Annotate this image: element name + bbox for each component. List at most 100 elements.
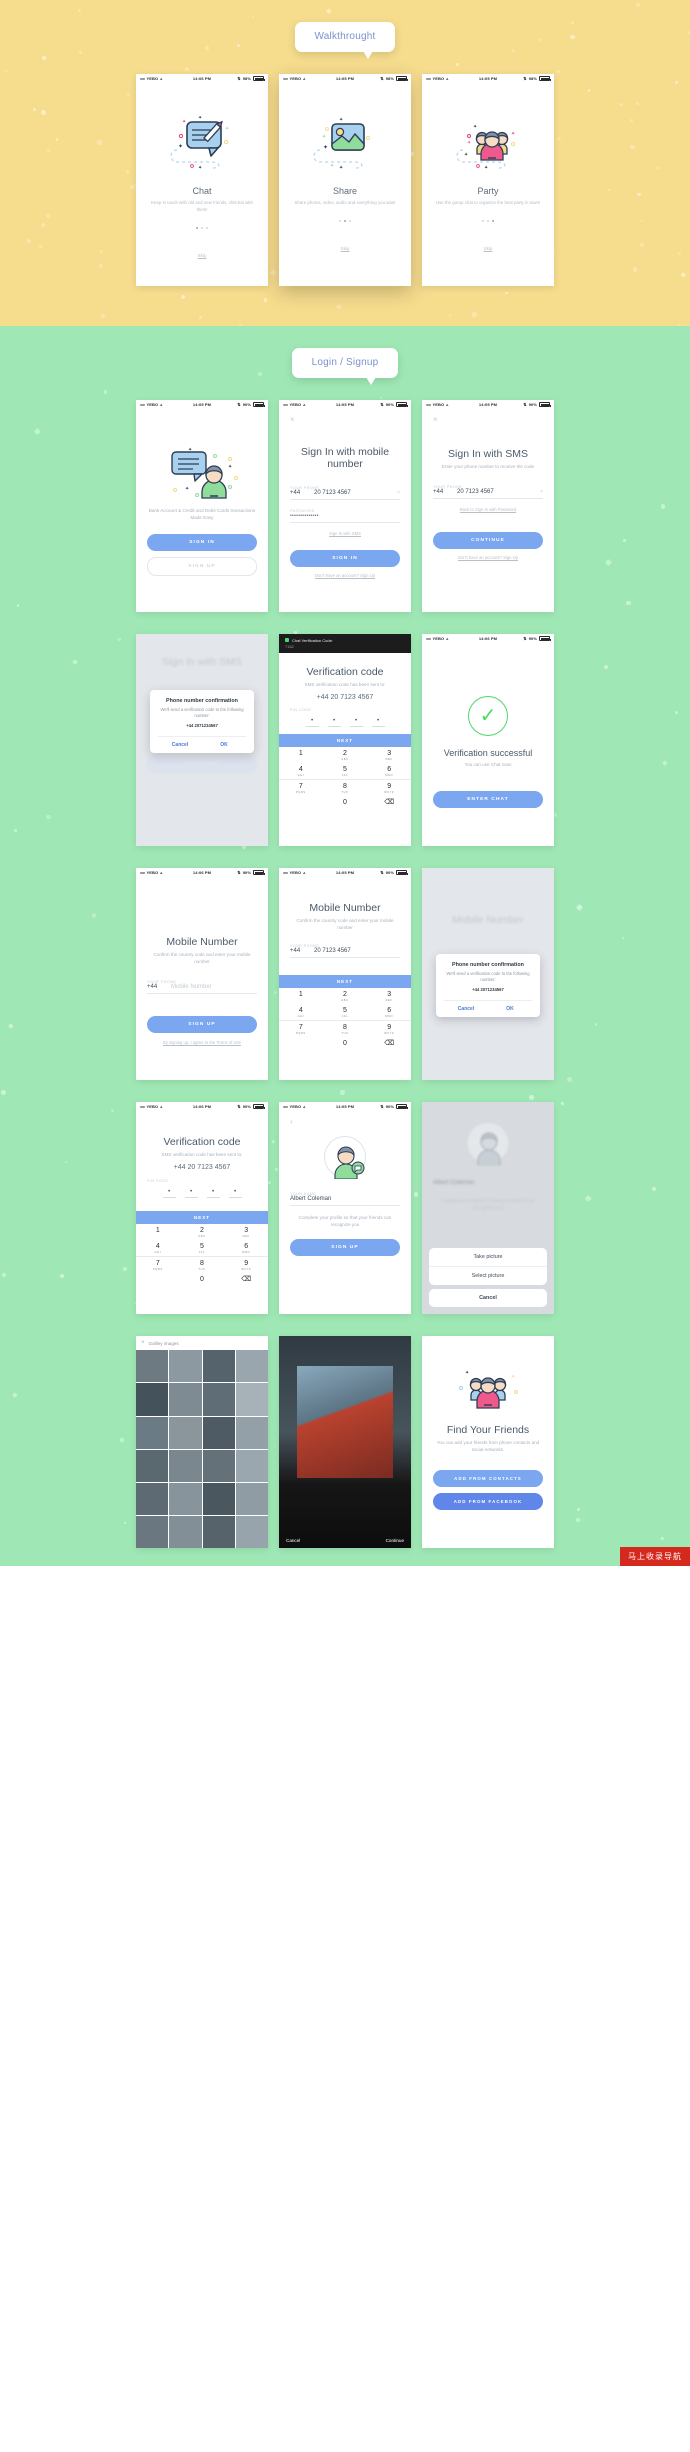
screen-find-friends[interactable]: ✦ ✦ Find Your Friends You can add your f… bbox=[422, 1336, 554, 1548]
keypad-key[interactable]: 9 WXYZ bbox=[224, 1257, 268, 1273]
gallery-thumb[interactable] bbox=[203, 1516, 235, 1548]
keypad-key[interactable]: 4 GHI bbox=[279, 763, 323, 779]
walkthrough-card-chat[interactable]: ••••• YEBO ▵ 14:06 PM ⇅ 98% ✦ ✦ ✦ ✦ ✦ Ch… bbox=[136, 74, 268, 286]
keypad-key[interactable]: ⌫ bbox=[367, 1037, 411, 1053]
keypad-key[interactable]: 5 JKL bbox=[323, 763, 367, 779]
gallery-thumb[interactable] bbox=[169, 1417, 201, 1449]
close-icon[interactable]: × bbox=[290, 416, 400, 424]
keypad-key[interactable]: 7 PQRS bbox=[136, 1257, 180, 1273]
gallery-thumb[interactable] bbox=[203, 1417, 235, 1449]
gallery-thumb[interactable] bbox=[236, 1350, 268, 1382]
skip-link[interactable]: Skip bbox=[290, 246, 400, 251]
clear-icon[interactable]: × bbox=[397, 490, 400, 496]
screen-verification-success[interactable]: ••••• YEBO ▵ 14:06 PM ⇅ 90% ✓ Verification … bbox=[422, 634, 554, 846]
gallery-grid[interactable] bbox=[136, 1350, 268, 1548]
sign-up-button[interactable]: SIGN UP bbox=[147, 1016, 257, 1033]
gallery-thumb[interactable] bbox=[203, 1383, 235, 1415]
select-picture-option[interactable]: Select picture bbox=[429, 1267, 547, 1285]
keypad-key[interactable]: 7 PQRS bbox=[279, 1021, 323, 1037]
keypad-key[interactable]: 6 MNO bbox=[224, 1240, 268, 1256]
sign-in-sms-link[interactable]: Sign In with SMS bbox=[290, 531, 400, 536]
keypad-key[interactable]: 8 TUV bbox=[323, 780, 367, 796]
take-picture-option[interactable]: Take picture bbox=[429, 1248, 547, 1267]
pager-dots[interactable] bbox=[147, 227, 257, 229]
keypad-key[interactable]: 2 ABC bbox=[323, 988, 367, 1004]
sign-up-button[interactable]: SIGN UP bbox=[147, 557, 257, 576]
walkthrough-card-share[interactable]: ••••• YEBO ▵ 14:05 PM ⇅ 98% ✦ ✦ ✦ ✦ ✦ Sh… bbox=[279, 74, 411, 286]
next-button[interactable]: NEXT bbox=[279, 734, 411, 747]
gallery-thumb[interactable] bbox=[136, 1483, 168, 1515]
terms-link[interactable]: By signing up, I agree to the Terms of U… bbox=[147, 1040, 257, 1045]
keypad-key[interactable]: 0 bbox=[323, 1037, 367, 1053]
skip-link[interactable]: Skip bbox=[433, 246, 543, 251]
screen-sms-confirm[interactable]: Sign In with SMS CONTINUE Phone number c… bbox=[136, 634, 268, 846]
sheet-cancel-button[interactable]: Cancel bbox=[429, 1289, 547, 1307]
signup-footer-link[interactable]: Don't have an account? Sign Up bbox=[290, 573, 400, 578]
gallery-thumb[interactable] bbox=[136, 1417, 168, 1449]
keypad-key[interactable]: ⌫ bbox=[367, 796, 411, 812]
keypad-key[interactable]: 5 JKL bbox=[323, 1004, 367, 1020]
phone-field[interactable]: +44 20 7123 4567 × bbox=[433, 489, 543, 499]
skip-link[interactable]: Skip bbox=[147, 253, 257, 258]
sign-in-submit-button[interactable]: SIGN IN bbox=[290, 550, 400, 567]
keypad-key[interactable]: ⌫ bbox=[224, 1273, 268, 1289]
keypad-key[interactable]: 3 DEF bbox=[367, 988, 411, 1004]
back-to-password-link[interactable]: Back to Sign In with Password bbox=[433, 507, 543, 512]
screen-verification-keypad[interactable]: ••••• YEBO ▵ 14:06 PM ⇅ 90% Verification co… bbox=[136, 1102, 268, 1314]
continue-button[interactable]: Continue bbox=[386, 1538, 404, 1543]
keypad-key[interactable]: 4 GHI bbox=[279, 1004, 323, 1020]
gallery-thumb[interactable] bbox=[136, 1350, 168, 1382]
password-field[interactable]: •••••••••••••• bbox=[290, 513, 400, 523]
pin-input[interactable] bbox=[290, 719, 400, 727]
gallery-thumb[interactable] bbox=[169, 1350, 201, 1382]
keypad-key[interactable]: 1 bbox=[136, 1224, 180, 1240]
gallery-thumb[interactable] bbox=[136, 1450, 168, 1482]
clear-icon[interactable]: × bbox=[540, 489, 543, 495]
gallery-thumb[interactable] bbox=[136, 1383, 168, 1415]
walkthrough-card-party[interactable]: ••••• YEBO ▵ 14:05 PM ⇅ 98% ✦ ✦ ✦ ✦ ✦ Pa… bbox=[422, 74, 554, 286]
phone-field[interactable]: +44 20 7123 4567 × bbox=[290, 490, 400, 500]
gallery-thumb[interactable] bbox=[236, 1516, 268, 1548]
gallery-thumb[interactable] bbox=[169, 1450, 201, 1482]
add-from-facebook-button[interactable]: ADD FROM FACEBOOK bbox=[433, 1493, 543, 1510]
avatar[interactable] bbox=[290, 1136, 400, 1178]
keypad-key[interactable]: 6 MNO bbox=[367, 1004, 411, 1020]
keypad-key[interactable]: 3 DEF bbox=[224, 1224, 268, 1240]
back-icon[interactable]: ‹ bbox=[290, 1118, 400, 1126]
numeric-keypad[interactable]: 1 2 ABC 3 DEF 4 GHI 5 JKL 6 MNO 7 PQRS 8 TUV 9W… bbox=[279, 747, 411, 813]
numeric-keypad[interactable]: 1 2 ABC 3 DEF 4 GHI 5 JKL 6 MNO 7 PQRS 8 TUV 9W… bbox=[136, 1224, 268, 1290]
gallery-thumb[interactable] bbox=[169, 1483, 201, 1515]
screen-mobile-number-signup[interactable]: ••••• YEBO ▵ 14:06 PM ⇅ 90% Mobile Number C… bbox=[136, 868, 268, 1080]
keypad-key[interactable] bbox=[136, 1273, 180, 1289]
gallery-thumb[interactable] bbox=[236, 1450, 268, 1482]
keypad-key[interactable]: 9 WXYZ bbox=[367, 780, 411, 796]
modal-ok-button[interactable]: OK bbox=[488, 1001, 532, 1017]
keypad-key[interactable]: 6 MNO bbox=[367, 763, 411, 779]
gallery-thumb[interactable] bbox=[203, 1483, 235, 1515]
screen-mobile-number-modal[interactable]: Mobile Number SIGN UP Phone number confi… bbox=[422, 868, 554, 1080]
screen-welcome[interactable]: ••••• YEBO ▵ 14:05 PM ⇅ 90% ✦ ✦ ✦ Bank A… bbox=[136, 400, 268, 612]
gallery-thumb[interactable] bbox=[236, 1483, 268, 1515]
keypad-key[interactable]: 0 bbox=[323, 796, 367, 812]
sign-in-button[interactable]: SIGN IN bbox=[147, 534, 257, 551]
next-button[interactable]: NEXT bbox=[279, 975, 411, 988]
phone-field[interactable]: +44 20 7123 4567 bbox=[290, 948, 400, 958]
screen-sign-in-sms[interactable]: ••••• YEBO ▵ 14:05 PM ⇅ 90% × Sign In with … bbox=[422, 400, 554, 612]
gallery-thumb[interactable] bbox=[169, 1383, 201, 1415]
keypad-key[interactable]: 3 DEF bbox=[367, 747, 411, 763]
pin-input[interactable] bbox=[147, 1190, 257, 1198]
modal-cancel-button[interactable]: Cancel bbox=[158, 737, 202, 753]
signup-footer-link[interactable]: Don't have an account? Sign Up bbox=[433, 555, 543, 560]
cancel-button[interactable]: Cancel bbox=[286, 1538, 300, 1543]
continue-button[interactable]: CONTINUE bbox=[433, 532, 543, 549]
keypad-key[interactable]: 9 WXYZ bbox=[367, 1021, 411, 1037]
screen-sign-in-mobile[interactable]: ••••• YEBO ▵ 14:05 PM ⇅ 90% × Sign In with … bbox=[279, 400, 411, 612]
keypad-key[interactable]: 0 bbox=[180, 1273, 224, 1289]
sign-up-button[interactable]: SIGN UP bbox=[290, 1239, 400, 1256]
add-from-contacts-button[interactable]: ADD FROM CONTACTS bbox=[433, 1470, 543, 1487]
gallery-thumb[interactable] bbox=[203, 1350, 235, 1382]
pager-dots[interactable] bbox=[433, 220, 543, 222]
pager-dots[interactable] bbox=[290, 220, 400, 222]
screen-profile-photo-sheet[interactable]: Albert Coleman Complete your profile so … bbox=[422, 1102, 554, 1314]
name-field[interactable]: Albert Coleman bbox=[290, 1196, 400, 1206]
